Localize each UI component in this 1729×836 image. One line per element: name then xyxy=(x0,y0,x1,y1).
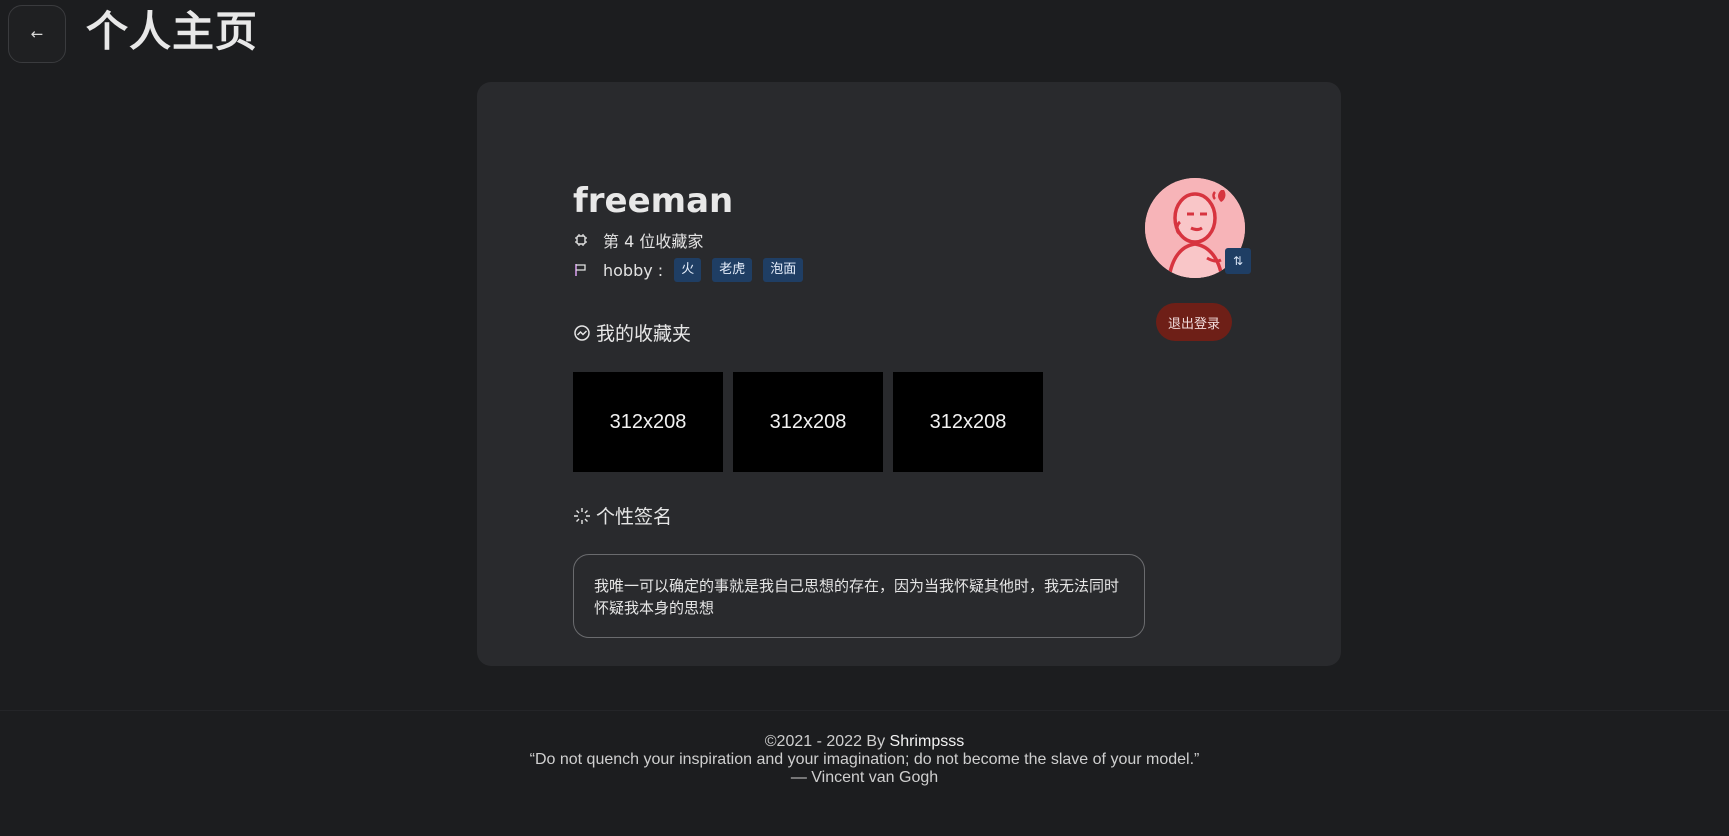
rank-text: 第 4 位收藏家 xyxy=(603,232,704,251)
page-title: 个人主页 xyxy=(86,7,259,56)
hobby-label: hobby : xyxy=(603,260,664,280)
flag-icon xyxy=(573,262,589,278)
favorite-item[interactable]: 312x208 xyxy=(733,372,883,472)
hobby-row: hobby : 火 老虎 泡面 xyxy=(573,258,804,282)
avatar-container: ⇅ xyxy=(1145,178,1251,282)
footer-attribution: — Vincent van Gogh xyxy=(790,769,939,786)
swap-avatar-button[interactable]: ⇅ xyxy=(1225,248,1251,274)
top-bar: ← 个人主页 xyxy=(0,0,1729,66)
signature-box: 我唯一可以确定的事就是我自己思想的存在，因为当我怀疑其他时，我无法同时怀疑我本身… xyxy=(573,554,1145,638)
favorite-item[interactable]: 312x208 xyxy=(573,372,723,472)
favorites-heading: 我的收藏夹 xyxy=(573,319,691,346)
arrow-left-icon: ← xyxy=(30,25,44,43)
swap-icon: ⇅ xyxy=(1232,254,1244,268)
footer: ©2021 - 2022 By Shrimpsss “Do not quench… xyxy=(0,733,1729,787)
hobby-tag: 火 xyxy=(674,258,702,282)
sparkle-icon xyxy=(573,507,591,525)
logout-button[interactable]: 退出登录 xyxy=(1156,303,1232,341)
hobby-tag: 泡面 xyxy=(763,258,804,282)
username: freeman xyxy=(573,181,734,221)
collection-icon xyxy=(573,324,591,342)
favorites-list: 312x208 312x208 312x208 xyxy=(573,372,1043,472)
rank-row: 第 4 位收藏家 xyxy=(573,228,703,252)
chip-icon xyxy=(573,232,589,248)
signature-title: 个性签名 xyxy=(596,506,673,528)
hobby-tag: 老虎 xyxy=(712,258,753,282)
signature-heading: 个性签名 xyxy=(573,502,672,529)
copyright-line: ©2021 - 2022 By Shrimpsss xyxy=(0,733,1729,751)
footer-divider xyxy=(0,710,1729,711)
favorite-item[interactable]: 312x208 xyxy=(893,372,1043,472)
profile-card: freeman 第 4 位收藏家 hobby : 火 老虎 泡面 ⇅ 退出登录 … xyxy=(477,82,1341,666)
favorites-title: 我的收藏夹 xyxy=(596,323,692,345)
back-button[interactable]: ← xyxy=(8,5,66,63)
author-link[interactable]: Shrimpsss xyxy=(890,733,965,750)
footer-quote: “Do not quench your inspiration and your… xyxy=(529,751,1200,768)
copyright-text: ©2021 - 2022 By xyxy=(764,733,890,750)
